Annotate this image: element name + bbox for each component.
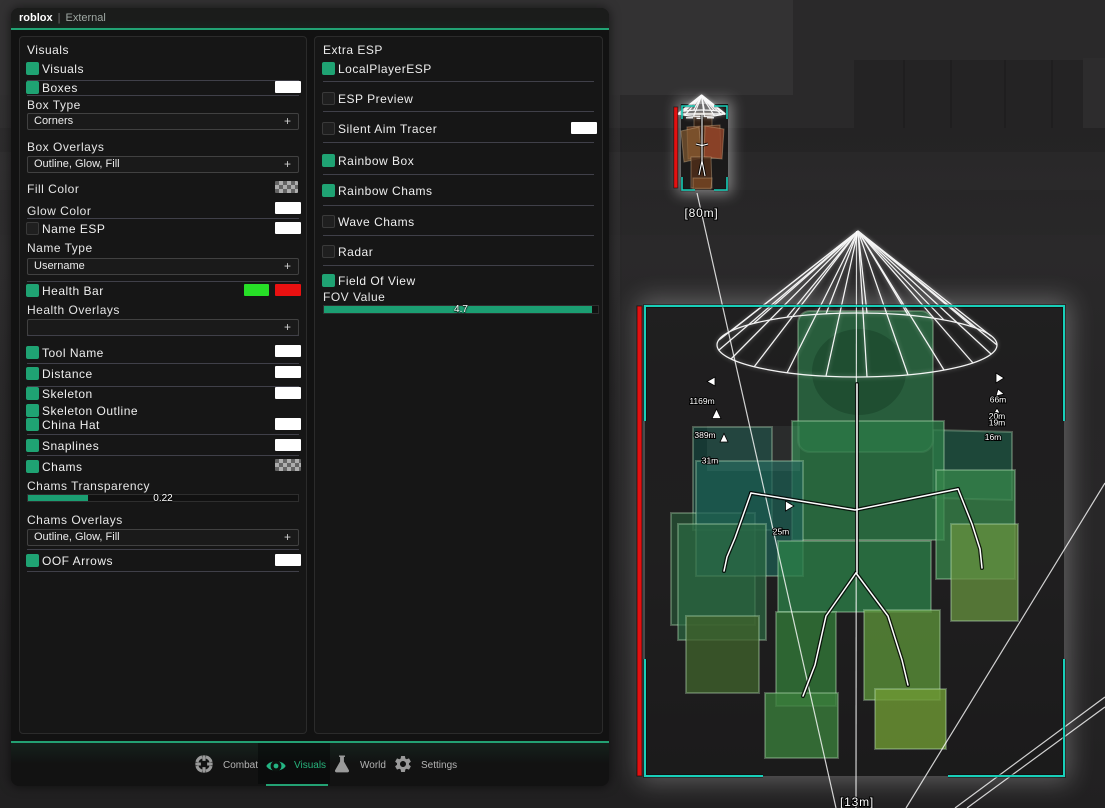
svg-text:31m: 31m — [702, 456, 719, 466]
svg-text:1169m: 1169m — [689, 396, 714, 406]
svg-text:19m: 19m — [989, 418, 1006, 428]
svg-text:16m: 16m — [985, 432, 1002, 442]
svg-text:389m: 389m — [694, 430, 715, 440]
svg-text:66m: 66m — [990, 395, 1007, 405]
svg-text:[80m]: [80m] — [684, 206, 718, 220]
svg-text:[13m]: [13m] — [840, 795, 874, 808]
svg-text:25m: 25m — [773, 527, 790, 537]
